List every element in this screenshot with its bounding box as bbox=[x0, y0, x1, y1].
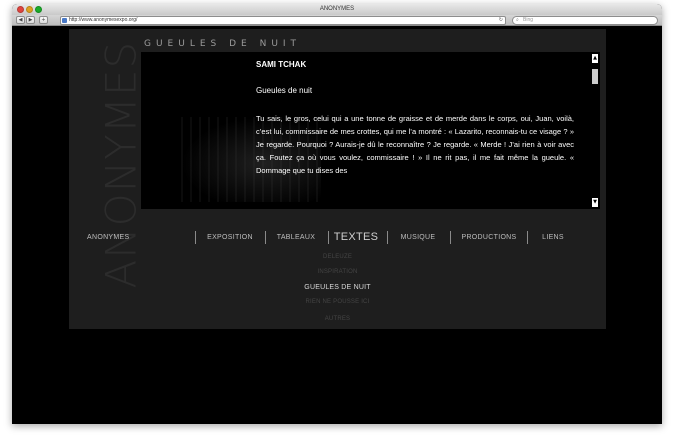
scroll-thumb[interactable] bbox=[592, 69, 598, 84]
forward-button[interactable]: ▶ bbox=[26, 16, 35, 24]
nav-separator bbox=[195, 231, 196, 244]
subnav-inspiration[interactable]: INSPIRATION bbox=[69, 269, 606, 275]
section-title: GUEULES DE NUIT bbox=[144, 39, 302, 49]
search-icon: ⌕ bbox=[516, 17, 519, 23]
article: SAMI TCHAK Gueules de nuit Tu sais, le g… bbox=[256, 58, 574, 192]
address-text: http://www.anonymesexpo.org/ bbox=[69, 17, 138, 23]
site-container: ANONYMES GUEULES DE NUIT SAMI TCHAK Gueu… bbox=[69, 29, 606, 329]
nav-musique[interactable]: MUSIQUE bbox=[401, 234, 436, 241]
window-title: ANONYMES bbox=[319, 6, 355, 12]
back-button[interactable]: ◀ bbox=[16, 16, 25, 24]
nav-separator bbox=[450, 231, 451, 244]
close-window-icon[interactable] bbox=[17, 6, 24, 13]
nav-exposition[interactable]: EXPOSITION bbox=[207, 234, 253, 241]
browser-toolbar: ◀ ▶ + http://www.anonymesexpo.org/ ↻ ⌕ B… bbox=[12, 15, 662, 26]
subnav-deleuze[interactable]: DELEUZE bbox=[69, 254, 606, 260]
article-title: Gueules de nuit bbox=[256, 86, 313, 95]
browser-window: ANONYMES ◀ ▶ + http://www.anonymesexpo.o… bbox=[12, 4, 662, 424]
nav-separator bbox=[328, 231, 329, 244]
nav-tableaux[interactable]: TABLEAUX bbox=[277, 234, 315, 241]
nav-productions[interactable]: PRODUCTIONS bbox=[461, 234, 516, 241]
search-placeholder: Bing bbox=[523, 17, 534, 23]
content-scrollbar[interactable]: ▲ ▼ bbox=[592, 54, 598, 207]
favicon-icon bbox=[62, 18, 67, 23]
scroll-down-icon[interactable]: ▼ bbox=[592, 198, 598, 207]
content-panel: SAMI TCHAK Gueules de nuit Tu sais, le g… bbox=[141, 52, 600, 209]
address-bar[interactable]: http://www.anonymesexpo.org/ ↻ bbox=[60, 16, 506, 25]
nav-anonymes[interactable]: ANONYMES bbox=[87, 234, 129, 241]
add-bookmark-button[interactable]: + bbox=[39, 16, 48, 24]
title-bar: ANONYMES bbox=[12, 4, 662, 15]
nav-separator bbox=[387, 231, 388, 244]
zoom-window-icon[interactable] bbox=[35, 6, 42, 13]
reload-icon[interactable]: ↻ bbox=[499, 17, 503, 24]
page-viewport: ANONYMES GUEULES DE NUIT SAMI TCHAK Gueu… bbox=[12, 27, 662, 424]
article-body: Tu sais, le gros, celui qui a une tonne … bbox=[256, 114, 574, 175]
subnav-autres[interactable]: AUTRES bbox=[69, 316, 606, 322]
main-nav: ANONYMES EXPOSITION TABLEAUX TEXTES MUSI… bbox=[69, 231, 606, 252]
nav-textes[interactable]: TEXTES bbox=[334, 231, 379, 243]
article-author: SAMI TCHAK bbox=[256, 60, 307, 69]
nav-separator bbox=[265, 231, 266, 244]
subnav-gueules-de-nuit[interactable]: GUEULES DE NUIT bbox=[69, 284, 606, 291]
subnav-rien-ne-pousse-ici[interactable]: RIEN NE POUSSE ICI bbox=[69, 299, 606, 305]
nav-separator bbox=[527, 231, 528, 244]
scroll-up-icon[interactable]: ▲ bbox=[592, 54, 598, 63]
nav-liens[interactable]: LIENS bbox=[542, 234, 564, 241]
search-field[interactable]: ⌕ Bing bbox=[512, 16, 658, 25]
minimize-window-icon[interactable] bbox=[26, 6, 33, 13]
